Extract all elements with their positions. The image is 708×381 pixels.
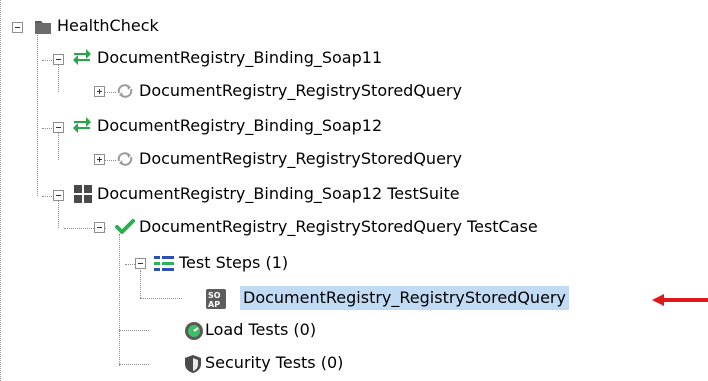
collapse-toggle-testsuite[interactable] (53, 190, 64, 201)
tree-line (140, 298, 182, 299)
tree-line (104, 160, 116, 161)
tree-item-testsuite[interactable]: DocumentRegistry_Binding_Soap12 TestSuit… (94, 182, 463, 206)
tree-line (58, 132, 59, 160)
tree-line (104, 92, 116, 93)
tree-line (58, 200, 59, 228)
project-tree: HealthCheck DocumentRegistry_Binding_Soa… (0, 0, 708, 381)
tree-line (119, 364, 149, 365)
tree-item-security-tests[interactable]: Security Tests (0) (202, 351, 346, 375)
tree-item-operation-2[interactable]: DocumentRegistry_RegistryStoredQuery (136, 147, 465, 171)
interface-arrows-icon (72, 117, 91, 135)
tree-item-soap-request[interactable]: DocumentRegistry_RegistryStoredQuery (240, 286, 569, 310)
tree-item-healthcheck[interactable]: HealthCheck (54, 14, 162, 38)
teststeps-list-icon (154, 254, 174, 272)
collapse-toggle-test-steps[interactable] (135, 258, 146, 269)
expand-toggle-operation-2[interactable] (94, 154, 105, 165)
collapse-toggle-healthcheck[interactable] (12, 22, 23, 33)
operation-refresh-icon (116, 82, 134, 100)
collapse-toggle-testcase[interactable] (94, 222, 105, 233)
tree-line (58, 64, 59, 92)
soap-request-icon: SO AP (206, 289, 226, 309)
tree-item-test-steps[interactable]: Test Steps (1) (176, 251, 291, 275)
tree-item-load-tests[interactable]: Load Tests (0) (202, 318, 319, 342)
checkmark-icon (115, 218, 135, 236)
svg-text:SO: SO (208, 291, 221, 300)
operation-refresh-icon (116, 150, 134, 168)
security-shield-icon (184, 354, 202, 373)
svg-text:AP: AP (208, 300, 220, 309)
tree-line (140, 270, 141, 298)
tree-line (125, 264, 135, 265)
folder-icon (34, 17, 52, 35)
testsuite-grid-icon (74, 185, 92, 203)
tree-line (119, 234, 120, 366)
tree-item-operation-1[interactable]: DocumentRegistry_RegistryStoredQuery (136, 79, 465, 103)
tree-line (119, 330, 149, 331)
tree-item-testcase[interactable]: DocumentRegistry_RegistryStoredQuery Tes… (136, 215, 541, 239)
tree-line (37, 28, 38, 196)
collapse-toggle-binding-soap12[interactable] (53, 122, 64, 133)
tree-item-binding-soap11[interactable]: DocumentRegistry_Binding_Soap11 (94, 46, 385, 70)
interface-arrows-icon (72, 49, 91, 67)
expand-toggle-operation-1[interactable] (94, 86, 105, 97)
red-arrow-icon (652, 292, 708, 306)
collapse-toggle-binding-soap11[interactable] (53, 54, 64, 65)
tree-item-binding-soap12[interactable]: DocumentRegistry_Binding_Soap12 (94, 114, 385, 138)
load-test-gauge-icon (184, 321, 203, 340)
tree-left-border (0, 0, 2, 381)
